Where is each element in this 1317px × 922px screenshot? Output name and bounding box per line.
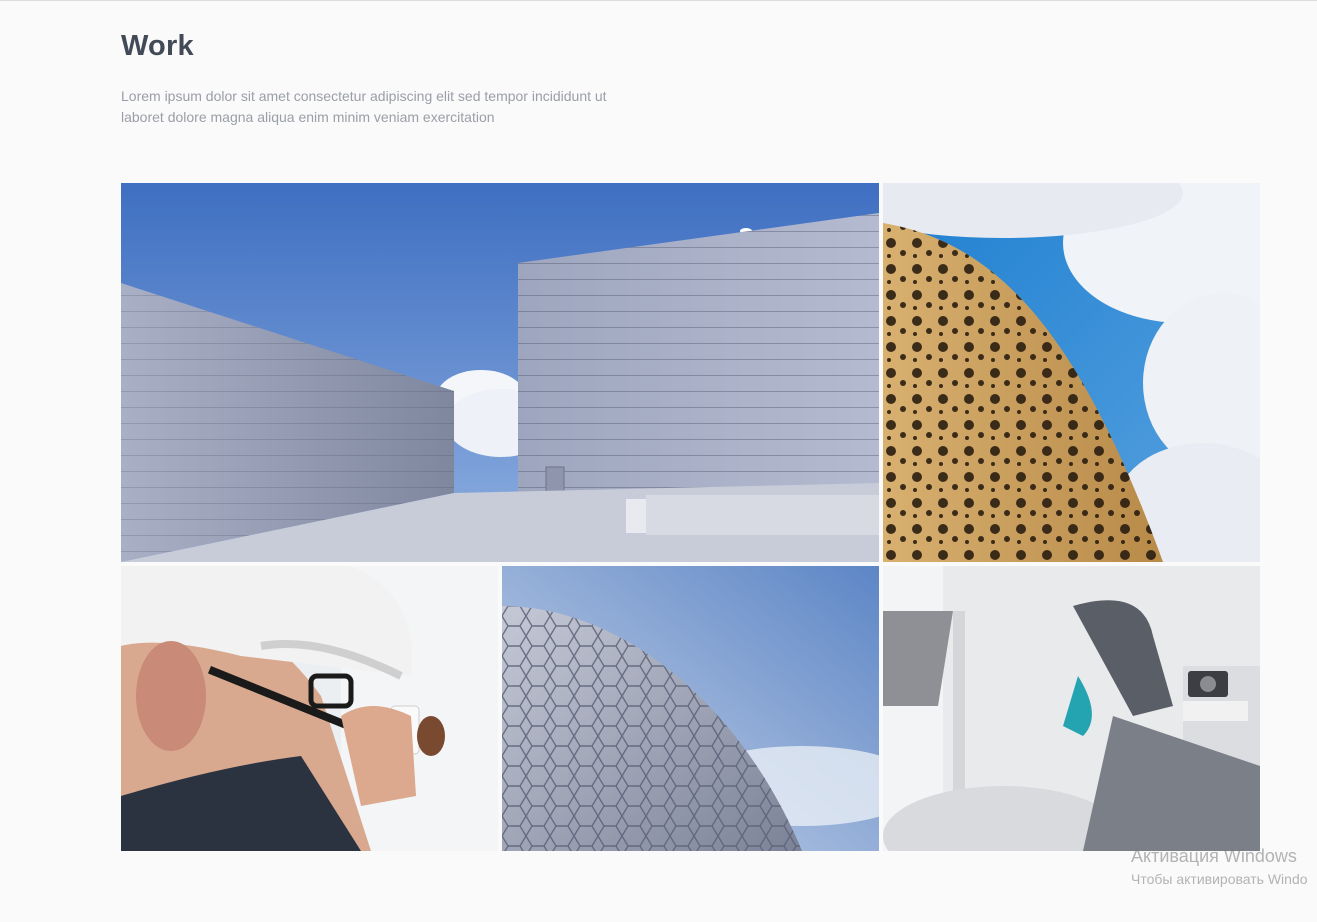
worker-hardhat-image	[121, 566, 498, 851]
gallery-item-perforated-tower[interactable]	[883, 183, 1260, 562]
sneakers-chair-image	[883, 566, 1260, 851]
gallery-item-worker-hardhat[interactable]	[121, 566, 498, 851]
windows-activation-subtitle: Чтобы активировать Windo	[1131, 871, 1308, 887]
section-title: Work	[121, 30, 194, 62]
gallery-item-hexagon-dome[interactable]	[502, 566, 879, 851]
architecture-walls-image	[121, 183, 879, 562]
windows-activation-title: Активация Windows	[1131, 846, 1297, 866]
hexagon-dome-image	[502, 566, 879, 851]
top-divider	[0, 0, 1317, 1]
description-line-2: laboret dolore magna aliqua enim minim v…	[121, 109, 495, 125]
gallery-item-architecture-walls[interactable]	[121, 183, 879, 562]
perforated-tower-image	[883, 183, 1260, 562]
section-description: Lorem ipsum dolor sit amet consectetur a…	[121, 86, 661, 128]
description-line-1: Lorem ipsum dolor sit amet consectetur a…	[121, 88, 607, 104]
gallery-item-sneakers-chair[interactable]	[883, 566, 1260, 851]
